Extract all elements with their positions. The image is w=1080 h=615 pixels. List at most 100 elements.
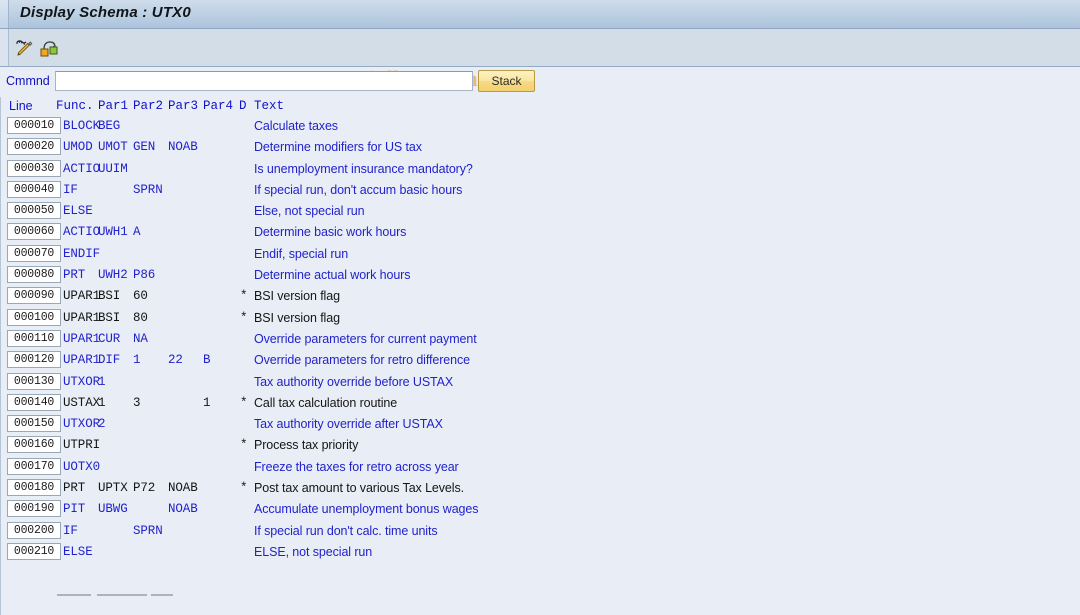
table-row[interactable]: 000140 USTAX 1 3 1 * Call tax calculation rout… [1,393,1080,414]
cell-text[interactable]: Endif, special run [254,247,348,261]
cell-text[interactable]: Override parameters for current payment [254,332,477,346]
cell-text[interactable]: Call tax calculation routine [254,396,397,410]
line-number-field[interactable]: 000040 [7,180,61,198]
table-row[interactable]: 000070 ENDIF Endif, special run [1,244,1080,265]
cell-text[interactable]: BSI version flag [254,289,340,303]
cell-par2[interactable]: P86 [133,268,155,282]
cell-d[interactable]: * [240,311,248,325]
cell-d[interactable]: * [240,396,248,410]
cell-func[interactable]: UMOD [63,140,93,154]
cell-func[interactable]: PRT [63,268,85,282]
cell-par2[interactable]: 80 [133,311,148,325]
line-number-field[interactable]: 000090 [7,287,61,305]
cell-par2[interactable]: SPRN [133,524,163,538]
cell-func[interactable]: UOTX0 [63,460,100,474]
cell-func[interactable]: USTAX [63,396,100,410]
table-row[interactable]: 000050 ELSE Else, not special run [1,201,1080,222]
line-number-field[interactable]: 000020 [7,138,61,156]
cell-par2[interactable]: GEN [133,140,155,154]
table-row[interactable]: 000190 PIT UBWG NOAB Accumulate unemployment… [1,499,1080,520]
cell-text[interactable]: Tax authority override before USTAX [254,375,453,389]
cell-text[interactable]: Else, not special run [254,204,365,218]
line-number-field[interactable]: 000190 [7,500,61,518]
table-row[interactable]: 000150 UTXOR 2 Tax authority override after… [1,414,1080,435]
cell-par3[interactable]: NOAB [168,140,198,154]
cell-par3[interactable]: NOAB [168,502,198,516]
line-number-field[interactable]: 000210 [7,542,61,560]
cell-par1[interactable]: 1 [98,396,106,410]
cell-d[interactable]: * [240,438,248,452]
cell-par2[interactable]: P72 [133,481,155,495]
cell-par1[interactable]: CUR [98,332,120,346]
cell-text[interactable]: Process tax priority [254,438,358,452]
cell-func[interactable]: ACTIO [63,162,100,176]
line-number-field[interactable]: 000070 [7,244,61,262]
cell-par1[interactable]: 1 [98,375,106,389]
line-number-field[interactable]: 000030 [7,159,61,177]
table-row[interactable]: 000090 UPAR1 BSI 60 * BSI version flag [1,286,1080,307]
cell-par3[interactable]: NOAB [168,481,198,495]
cell-par1[interactable]: UWH2 [98,268,128,282]
table-row[interactable]: 000100 UPAR1 BSI 80 * BSI version flag [1,308,1080,329]
table-row[interactable]: 000080 PRT UWH2 P86 Determine actual work ho… [1,265,1080,286]
cell-text[interactable]: Tax authority override after USTAX [254,417,443,431]
cell-func[interactable]: ELSE [63,204,93,218]
cell-par1[interactable]: UWH1 [98,225,128,239]
table-row[interactable]: 000210 ELSE ELSE, not special run [1,542,1080,563]
table-row[interactable]: 000200 IF SPRN If special run don't calc. t… [1,521,1080,542]
cell-par2[interactable]: A [133,225,141,239]
cell-par2[interactable]: 3 [133,396,141,410]
stack-button[interactable]: Stack [478,70,535,92]
line-number-field[interactable]: 000060 [7,223,61,241]
line-number-field[interactable]: 000100 [7,308,61,326]
table-row[interactable]: 000120 UPAR1 DIF 1 22 B Override parameters fo… [1,350,1080,371]
cell-par1[interactable]: UMOT [98,140,128,154]
cell-d[interactable]: * [240,481,248,495]
cell-par1[interactable]: UUIM [98,162,128,176]
cell-par1[interactable]: DIF [98,353,120,367]
cell-text[interactable]: Determine modifiers for US tax [254,140,422,154]
cell-par2[interactable]: NA [133,332,148,346]
cell-func[interactable]: PRT [63,481,85,495]
table-row[interactable]: 000040 IF SPRN If special run, don't accum … [1,180,1080,201]
cell-text[interactable]: If special run, don't accum basic hours [254,183,462,197]
cell-text[interactable]: Freeze the taxes for retro across year [254,460,459,474]
line-number-field[interactable]: 000080 [7,266,61,284]
cell-func[interactable]: BLOCK [63,119,100,133]
table-row[interactable]: 000180 PRT UPTX P72 NOAB * Post tax amount to … [1,478,1080,499]
cell-par4[interactable]: B [203,353,211,367]
cell-text[interactable]: Calculate taxes [254,119,338,133]
cell-par1[interactable]: UBWG [98,502,128,516]
command-input[interactable] [55,71,473,91]
edit-pencil-icon[interactable] [13,37,35,59]
cell-func[interactable]: UTXOR [63,375,100,389]
line-number-field[interactable]: 000110 [7,329,61,347]
table-row[interactable]: 000110 UPAR1 CUR NA Override parameters for … [1,329,1080,350]
cell-par1[interactable]: BEG [98,119,120,133]
cell-par4[interactable]: 1 [203,396,211,410]
table-row[interactable]: 000060 ACTIO UWH1 A Determine basic work hou… [1,222,1080,243]
line-number-field[interactable]: 000050 [7,202,61,220]
table-row[interactable]: 000170 UOTX0 Freeze the taxes for retro ac… [1,457,1080,478]
line-number-field[interactable]: 000120 [7,351,61,369]
cell-d[interactable]: * [240,289,248,303]
cell-func[interactable]: UTXOR [63,417,100,431]
table-row[interactable]: 000030 ACTIO UUIM Is unemployment insurance… [1,159,1080,180]
cell-text[interactable]: Override parameters for retro difference [254,353,470,367]
table-row[interactable]: 000130 UTXOR 1 Tax authority override befor… [1,372,1080,393]
hierarchy-structure-icon[interactable] [38,37,60,59]
cell-func[interactable]: UPAR1 [63,289,100,303]
line-number-field[interactable]: 000170 [7,457,61,475]
cell-par2[interactable]: SPRN [133,183,163,197]
cell-func[interactable]: UPAR1 [63,353,100,367]
line-number-field[interactable]: 000180 [7,479,61,497]
cell-text[interactable]: If special run don't calc. time units [254,524,438,538]
table-row[interactable]: 000160 UTPRI * Process tax priority [1,435,1080,456]
cell-par1[interactable]: BSI [98,289,120,303]
line-number-field[interactable]: 000160 [7,436,61,454]
cell-func[interactable]: UPAR1 [63,332,100,346]
cell-func[interactable]: ELSE [63,545,93,559]
cell-text[interactable]: BSI version flag [254,311,340,325]
cell-text[interactable]: ELSE, not special run [254,545,372,559]
line-number-field[interactable]: 000140 [7,393,61,411]
